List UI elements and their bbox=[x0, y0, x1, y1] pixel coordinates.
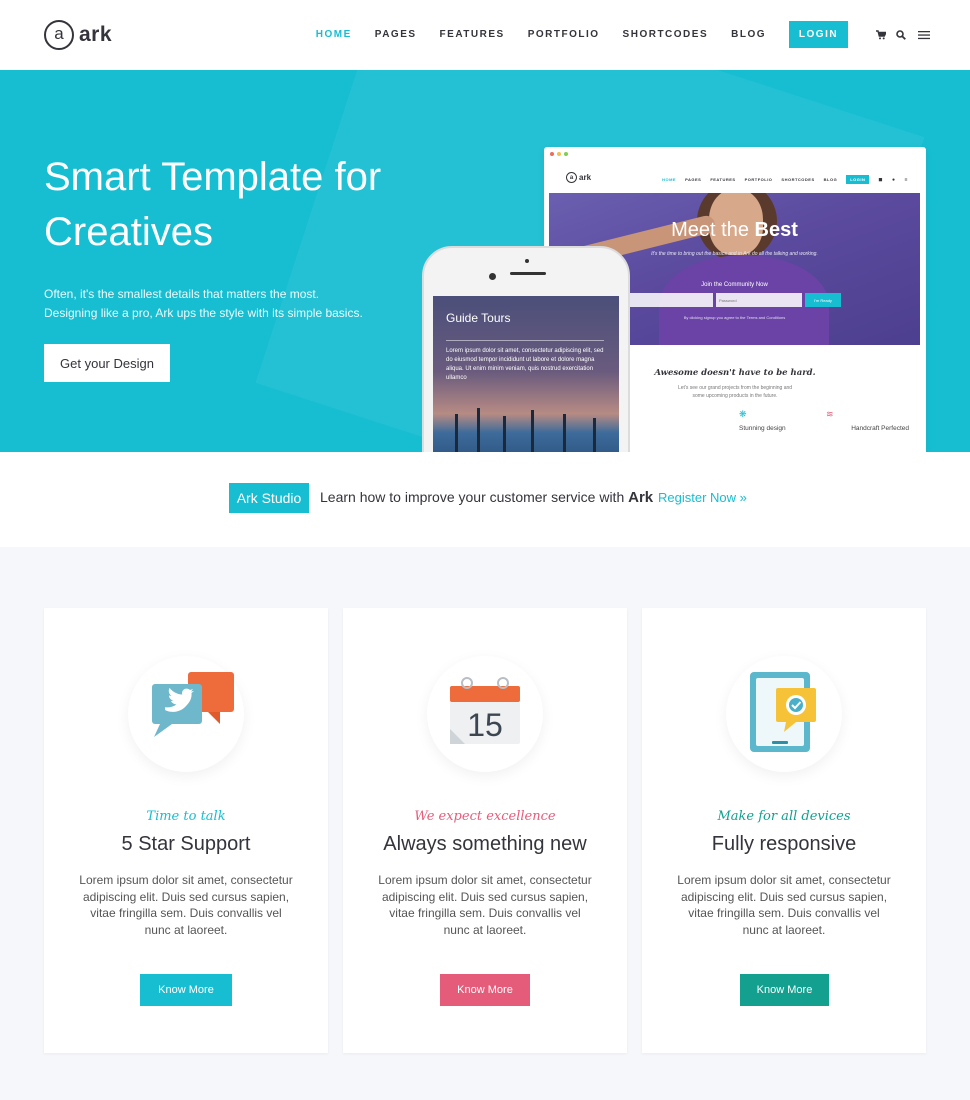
phone-screen-text: Lorem ipsum dolor sit amet, consectetur … bbox=[446, 348, 604, 381]
mockup-features: Stunning design Handcraft Perfected bbox=[739, 425, 909, 432]
promo-text: Learn how to improve your customer servi… bbox=[320, 489, 654, 506]
card-description: Lorem ipsum dolor sit amet, consectetur … bbox=[378, 873, 592, 937]
card-subtitle: Time to talk bbox=[146, 809, 226, 824]
menu-icon[interactable] bbox=[918, 30, 930, 40]
phone-screen-title: Guide Tours bbox=[446, 311, 511, 325]
card-subtitle: We expect excellence bbox=[414, 809, 556, 824]
nav-portfolio[interactable]: PORTFOLIO bbox=[528, 29, 600, 40]
logo-mark: a bbox=[44, 20, 74, 50]
register-now-link[interactable]: Register Now » bbox=[658, 490, 747, 505]
site-header: a ark HOME PAGES FEATURES PORTFOLIO SHOR… bbox=[0, 0, 970, 70]
card-description: Lorem ipsum dolor sit amet, consectetur … bbox=[677, 873, 891, 937]
feature-card-responsive: Make for all devices Fully responsive Lo… bbox=[642, 608, 926, 1053]
promo-brand: Ark bbox=[628, 489, 654, 506]
promo-strip: Ark Studio Learn how to improve your cus… bbox=[0, 452, 970, 547]
nav-shortcodes[interactable]: SHORTCODES bbox=[623, 29, 709, 40]
card-title: Fully responsive bbox=[711, 833, 857, 855]
phone-mockup-image: Guide Tours Lorem ipsum dolor sit amet, … bbox=[422, 246, 630, 452]
chart-icon: ≋ bbox=[826, 409, 834, 419]
studio-badge: Ark Studio bbox=[229, 483, 309, 513]
cart-icon[interactable] bbox=[876, 29, 886, 40]
know-more-button[interactable]: Know More bbox=[140, 974, 232, 1006]
card-title: 5 Star Support bbox=[121, 833, 251, 855]
tablet-check-icon bbox=[726, 656, 842, 772]
feature-card-new: 15 We expect excellence Always something… bbox=[343, 608, 627, 1053]
nav-features[interactable]: FEATURES bbox=[440, 29, 505, 40]
nav-home[interactable]: HOME bbox=[316, 29, 352, 40]
twitter-chat-icon bbox=[128, 656, 244, 772]
card-description: Lorem ipsum dolor sit amet, consectetur … bbox=[79, 873, 293, 937]
know-more-button[interactable]: Know More bbox=[440, 974, 530, 1006]
know-more-button[interactable]: Know More bbox=[740, 974, 829, 1006]
login-button[interactable]: LOGIN bbox=[789, 21, 848, 48]
get-design-button[interactable]: Get your Design bbox=[44, 344, 170, 382]
browser-window-bar bbox=[544, 147, 926, 161]
nav-pages[interactable]: PAGES bbox=[375, 29, 417, 40]
main-nav: HOME PAGES FEATURES PORTFOLIO SHORTCODES… bbox=[316, 21, 930, 48]
feature-card-support: Time to talk 5 Star Support Lorem ipsum … bbox=[44, 608, 328, 1053]
hero-subtitle-line-2: Designing like a pro, Ark ups the style … bbox=[44, 306, 363, 320]
card-title: Always something new bbox=[383, 833, 587, 855]
mockup-header: a ark HOME PAGES FEATURES PORTFOLIO SHORT… bbox=[544, 161, 926, 191]
hero-subtitle: Often, it's the smallest details that ma… bbox=[44, 285, 384, 323]
mockup-nav: HOME PAGES FEATURES PORTFOLIO SHORTCODES… bbox=[662, 175, 908, 184]
calendar-icon: 15 bbox=[427, 656, 543, 772]
logo[interactable]: a ark bbox=[44, 20, 112, 50]
nav-blog[interactable]: BLOG bbox=[731, 29, 766, 40]
search-icon[interactable] bbox=[896, 29, 906, 40]
hero-subtitle-line-1: Often, it's the smallest details that ma… bbox=[44, 287, 320, 301]
calendar-day: 15 bbox=[467, 707, 503, 743]
mockup-logo: a ark bbox=[566, 172, 591, 183]
mockup-hero-title: Meet the Best bbox=[671, 219, 798, 241]
logo-text: ark bbox=[79, 23, 113, 46]
atom-icon: ❋ bbox=[739, 409, 747, 419]
hero-title: Smart Template for Creatives bbox=[44, 155, 382, 254]
mockup-form: Password I'm Ready bbox=[627, 293, 841, 307]
phone-screen: Guide Tours Lorem ipsum dolor sit amet, … bbox=[433, 296, 619, 452]
hero-section: Smart Template for Creatives Often, it's… bbox=[0, 70, 970, 452]
card-subtitle: Make for all devices bbox=[717, 809, 851, 824]
